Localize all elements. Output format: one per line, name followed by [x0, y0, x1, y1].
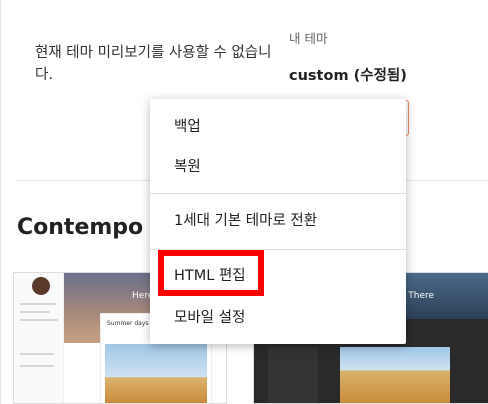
avatar [32, 277, 50, 295]
thumbnail-line [20, 353, 54, 355]
menu-item-backup[interactable]: 백업 [150, 105, 406, 145]
menu-item-mobile-settings[interactable]: 모바일 설정 [150, 296, 406, 336]
menu-divider [150, 193, 406, 194]
theme-name: custom (수정됨) [289, 68, 407, 84]
thumbnail-line [20, 303, 56, 305]
highlight-annotation-box [158, 250, 264, 296]
thumbnail-post-image [105, 344, 207, 403]
theme-options-menu: 백업 복원 1세대 기본 테마로 전환 HTML 편집 모바일 설정 [150, 99, 406, 344]
thumbnail-line [20, 319, 58, 321]
thumbnail-line [20, 365, 54, 367]
menu-item-restore[interactable]: 복원 [150, 145, 406, 185]
thumbnail-sidebar [268, 347, 318, 403]
theme-section-title: Contempo [17, 215, 144, 240]
my-theme-label: 내 테마 [289, 31, 328, 46]
preview-unavailable-message: 현재 테마 미리보기를 사용할 수 없습니다. [35, 45, 272, 83]
thumbnail-line [20, 311, 50, 313]
thumbnail-post-image [340, 347, 450, 403]
menu-item-switch-classic-theme[interactable]: 1세대 기본 테마로 전환 [150, 199, 406, 239]
